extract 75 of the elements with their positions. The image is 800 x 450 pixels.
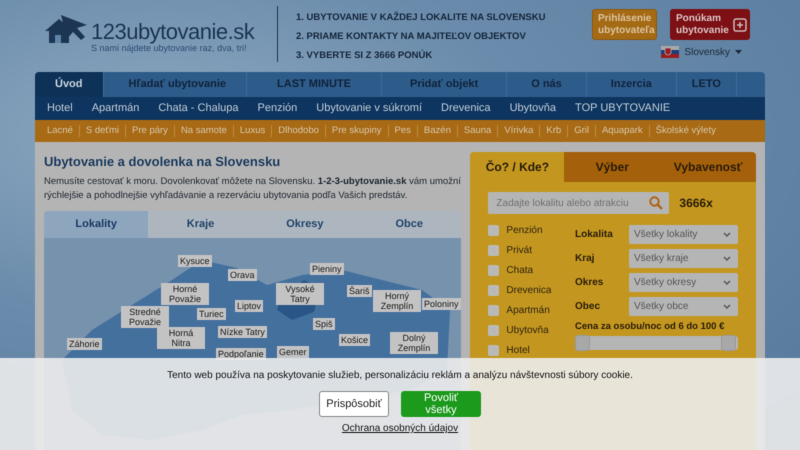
chevron-down-icon xyxy=(723,232,731,236)
slogan: S nami nájdete ubytovanie raz, dva, tri! xyxy=(91,43,247,53)
nav-link[interactable]: Chata - Chalupa xyxy=(158,97,258,120)
slovak-flag-icon xyxy=(661,46,680,58)
chevron-down-icon xyxy=(723,304,731,308)
map-region-label[interactable]: Pieniny xyxy=(310,263,344,275)
map-region-label[interactable]: Liptov xyxy=(235,300,264,312)
map-region-label[interactable]: Stredné Považie xyxy=(121,306,169,328)
price-slider[interactable] xyxy=(575,336,738,350)
nav-link[interactable]: Hotel xyxy=(47,97,92,120)
logo-text[interactable]: 123ubytovanie.sk xyxy=(91,19,254,45)
nav-tab[interactable]: Úvod xyxy=(35,72,104,97)
nav-link[interactable]: Penzión xyxy=(258,97,316,120)
map-region-label[interactable]: Vysoké Tatry xyxy=(276,283,324,305)
map-region-label[interactable]: Spiš xyxy=(313,318,335,330)
chevron-down-icon xyxy=(723,280,731,284)
map-region-label[interactable]: Horné Považie xyxy=(161,283,209,305)
type-checkbox[interactable]: Apartmán xyxy=(488,302,575,318)
caret-down-icon xyxy=(735,50,742,54)
filter-dropdown[interactable]: Všetky lokality xyxy=(629,224,738,244)
nav-link[interactable]: Drevenica xyxy=(441,97,510,120)
map-region-label[interactable]: Záhorie xyxy=(67,338,102,350)
map-region-label[interactable]: Gemer xyxy=(277,346,309,358)
price-label: Cena za osobu/noc od 6 do 100 € xyxy=(575,321,726,332)
type-checkbox[interactable]: Privát xyxy=(488,242,575,258)
search-icon xyxy=(649,196,664,210)
type-checkbox[interactable]: Hotel xyxy=(488,342,575,358)
map-region-label[interactable]: Horná Nitra xyxy=(157,327,205,349)
map-region-label[interactable]: Horný Zemplín xyxy=(373,290,421,312)
map-region-label[interactable]: Poloniny xyxy=(422,298,461,310)
filter-label: Kraj xyxy=(575,252,596,264)
map-region-label[interactable]: Kysuce xyxy=(178,255,212,267)
tagline: 3. VYBERTE SI Z 3666 PONÚK xyxy=(296,49,434,62)
section-title: Ubytovanie a dovolenka na Slovensku xyxy=(44,154,282,169)
filter-label: Lokalita xyxy=(575,228,614,240)
type-checkbox[interactable]: Ubytovňa xyxy=(488,322,575,338)
type-checkbox[interactable]: Chata xyxy=(488,262,575,278)
map-region-label[interactable]: Orava xyxy=(228,269,257,281)
cookie-text: Tento web používa na poskytovanie služieb, personalizáciu reklám a analýzu návštevnosti súbory cookie. xyxy=(167,370,633,381)
intro-paragraph: Nemusíte cestovať k moru. Dovolenkovať môžete na Slovensku. 1-2-3-ubytovanie.sk vám umožní rýchlejšie a pohodlnejšie vyhľadávanie a rezerváciu ubytovania podľa Vašich predstáv. xyxy=(44,175,462,203)
type-checkbox[interactable]: Penzión xyxy=(488,222,575,238)
type-checkbox[interactable]: Drevenica xyxy=(488,282,575,298)
chevron-down-icon xyxy=(723,256,731,260)
nav-link[interactable]: Apartmán xyxy=(92,97,158,120)
search-tab[interactable]: Čo? / Kde? xyxy=(470,152,564,182)
nav-link[interactable]: TOP UBYTOVANIE xyxy=(575,97,690,120)
search-tab[interactable]: Vybavenosť xyxy=(660,152,756,182)
search-tab[interactable]: Výber xyxy=(564,152,660,182)
map-region-label[interactable]: Šariš xyxy=(347,285,372,297)
filter-label: Obec xyxy=(575,300,602,312)
language-selector[interactable]: Slovensky xyxy=(661,46,742,58)
map-tab[interactable]: Kraje xyxy=(148,211,253,238)
search-field[interactable]: Zadajte lokalitu alebo atrakciu xyxy=(488,192,670,214)
nav-link[interactable]: Ubytovňa xyxy=(510,97,576,120)
map-region-label[interactable]: Dolný Zemplín xyxy=(390,332,438,354)
map-region-label[interactable]: Turiec xyxy=(197,308,226,320)
map-region-label[interactable]: Košice xyxy=(339,334,370,346)
privacy-link[interactable]: Ochrana osobných údajov xyxy=(342,423,458,434)
plus-icon xyxy=(732,18,747,32)
map-region-label[interactable]: Nízke Tatry xyxy=(218,326,267,338)
customize-button[interactable]: Prispôsobiť xyxy=(319,391,389,417)
filter-dropdown[interactable]: Všetky okresy xyxy=(629,272,738,292)
nav-link[interactable]: Ubytovanie v súkromí xyxy=(316,97,442,120)
offer-button[interactable]: Ponúkam ubytovanie xyxy=(670,9,750,40)
filter-dropdown[interactable]: Všetky kraje xyxy=(629,248,738,268)
filter-dropdown[interactable]: Všetky obce xyxy=(629,296,738,316)
map-tab[interactable]: Okresy xyxy=(252,211,358,238)
tagline: 1. UBYTOVANIE V KAŽDEJ LOKALITE NA SLOVENSKU xyxy=(296,11,546,24)
map-tab[interactable]: Obce xyxy=(357,211,462,238)
result-count: 3666x xyxy=(679,196,713,210)
tagline: 2. PRIAME KONTAKTY NA MAJITEĽOV OBJEKTOV xyxy=(296,30,527,43)
filter-label: Okres xyxy=(575,276,604,288)
allow-all-button[interactable]: Povoliť všetky xyxy=(401,391,481,417)
house-cursor-logo-icon xyxy=(43,13,89,45)
map-tab[interactable]: Lokality xyxy=(44,211,148,238)
